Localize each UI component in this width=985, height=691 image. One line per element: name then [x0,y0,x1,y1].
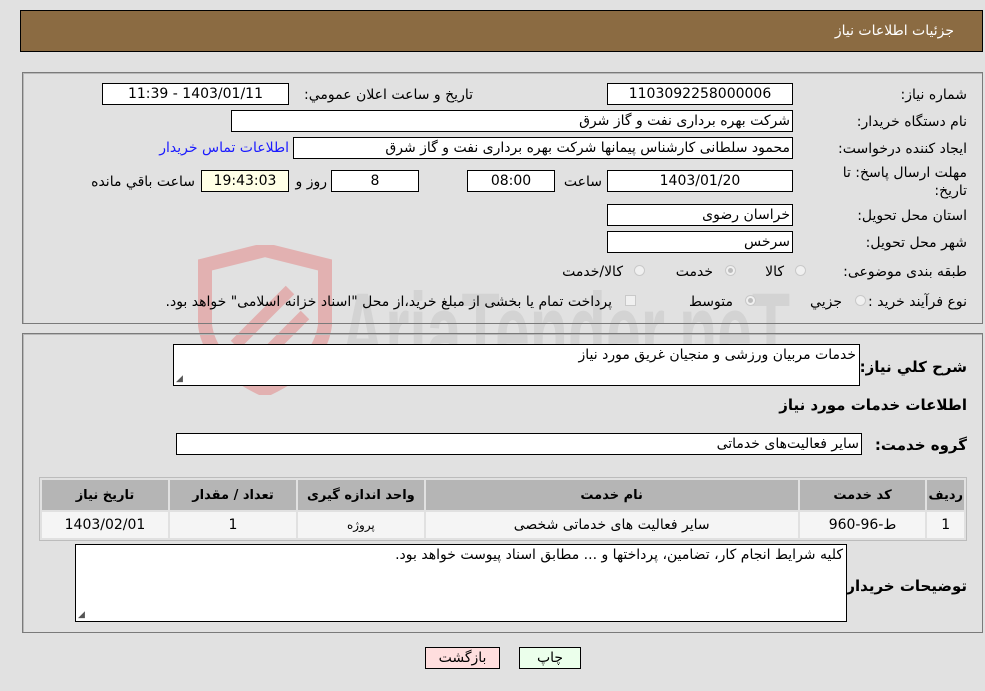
buyer-org-field: شرکت بهره برداری نفت و گاز شرق [231,110,793,132]
treasury-note: پرداخت تمام یا بخشی از مبلغ خرید،از محل … [165,294,612,310]
days-remaining-field: 8 [331,170,419,192]
deadline-label: مهلت ارسال پاسخ: تا تاریخ: [842,165,967,199]
cell-row-number: 1 [927,512,964,538]
buyer-notes-textarea[interactable]: کلیه شرایط انجام کار، تضامین، پرداختها و… [75,544,847,622]
col-unit: واحد اندازه گيری [297,480,424,510]
announce-datetime-field: 1403/01/11 - 11:39 [102,83,289,105]
process-option-medium: متوسط [689,294,733,310]
page-title: جزئیات اطلاعات نیاز [834,23,954,39]
category-radio-service[interactable] [725,265,736,276]
cell-unit: پروژه [297,512,424,538]
cell-need-date: 1403/02/01 [42,512,168,538]
back-button[interactable]: بازگشت [425,647,500,669]
need-number-field: 1103092258000006 [607,83,793,105]
city-label: شهر محل تحويل: [865,235,967,251]
cell-quantity: 1 [169,512,296,538]
table-row: 1 ط-96-960 سایر فعالیت های خدماتی شخصی پ… [42,512,964,538]
col-need-date: تاريخ نياز [42,480,168,510]
buyer-org-label: نام دستگاه خريدار: [856,114,967,130]
days-label: روز و [295,174,328,190]
process-option-minor: جزيي [810,294,842,310]
summary-textarea[interactable]: خدمات مربیان ورزشی و منجیان غریق مورد نی… [173,344,860,386]
category-option-goods: کالا [765,264,784,280]
buyer-contact-link[interactable]: اطلاعات تماس خريدار [159,140,289,156]
cell-service-name: سایر فعالیت های خدماتی شخصی [425,512,798,538]
province-field: خراسان رضوی [607,204,793,226]
service-group-label: گروه خدمت: [874,436,967,454]
process-label: نوع فرآيند خريد : [868,294,967,310]
service-group-field: سایر فعالیت‌های خدماتی [176,433,862,455]
category-option-goods-service: کالا/خدمت [562,264,623,280]
print-button[interactable]: چاپ [519,647,581,669]
need-number-label: شماره نیاز: [900,87,968,103]
deadline-time-field: 08:00 [467,170,555,192]
city-field: سرخس [607,231,793,253]
buyer-notes-text: کلیه شرایط انجام کار، تضامین، پرداختها و… [395,547,843,563]
resize-grip-icon[interactable]: ◢ [176,374,183,384]
creator-label: ايجاد کننده درخواست: [838,141,967,157]
summary-text: خدمات مربیان ورزشی و منجیان غریق مورد نی… [578,347,856,363]
cell-service-code: ط-96-960 [799,512,926,538]
services-table: رديف کد خدمت نام خدمت واحد اندازه گيری ت… [39,477,967,541]
process-radio-medium[interactable] [745,295,756,306]
page-header: جزئیات اطلاعات نیاز [20,10,983,52]
time-remaining-field: 19:43:03 [201,170,289,192]
creator-field: محمود سلطانی کارشناس پیمانها شرکت بهره ب… [293,137,793,159]
resize-grip-icon[interactable]: ◢ [78,610,85,620]
table-header-row: رديف کد خدمت نام خدمت واحد اندازه گيری ت… [42,480,964,510]
process-radio-minor[interactable] [855,295,866,306]
category-radio-goods-service[interactable] [634,265,645,276]
services-heading: اطلاعات خدمات مورد نياز [779,396,967,414]
col-quantity: تعداد / مقدار [169,480,296,510]
col-row-number: رديف [927,480,964,510]
treasury-checkbox[interactable] [625,295,636,306]
summary-label: شرح کلي نياز: [859,358,967,376]
announce-label: تاريخ و ساعت اعلان عمومي: [304,87,473,103]
time-remaining-label: ساعت باقي مانده [91,174,195,190]
category-option-service: خدمت [675,264,713,280]
province-label: استان محل تحويل: [857,208,967,224]
col-service-name: نام خدمت [425,480,798,510]
category-radio-goods[interactable] [795,265,806,276]
category-label: طبقه بندی موضوعی: [843,264,967,280]
deadline-date-field: 1403/01/20 [607,170,793,192]
col-service-code: کد خدمت [799,480,926,510]
buyer-notes-label: توضيحات خريدار: [840,577,967,595]
deadline-time-label: ساعت [563,174,602,190]
